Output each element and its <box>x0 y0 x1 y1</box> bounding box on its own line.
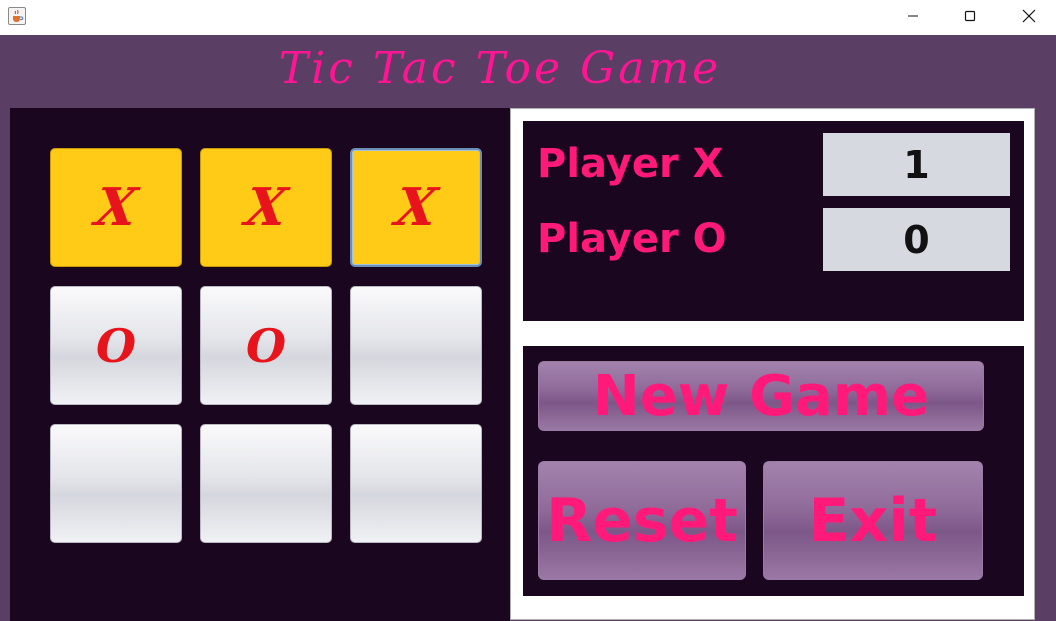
board-cell-2[interactable]: X <box>200 148 332 267</box>
maximize-icon <box>964 10 976 22</box>
game-title: Tic Tac Toe Game <box>278 43 722 94</box>
player-x-score: 1 <box>823 133 1010 196</box>
cell-mark: X <box>241 177 291 238</box>
close-button[interactable] <box>1006 0 1052 32</box>
cell-mark: X <box>91 177 141 238</box>
player-o-label: Player O <box>537 216 727 262</box>
window-titlebar <box>0 0 1056 35</box>
board-cell-5[interactable]: O <box>200 286 332 405</box>
game-board: X X X O O <box>10 108 510 621</box>
close-icon <box>1022 9 1036 23</box>
cell-mark: X <box>391 177 441 238</box>
game-window: Tic Tac Toe Game X X X O O Player X 1 Pl… <box>0 35 1056 621</box>
exit-button[interactable]: Exit <box>763 461 983 580</box>
scoreboard: Player X 1 Player O 0 <box>523 121 1024 321</box>
player-o-score: 0 <box>823 208 1010 271</box>
board-cell-8[interactable] <box>200 424 332 543</box>
board-cell-9[interactable] <box>350 424 482 543</box>
minimize-icon <box>908 15 918 17</box>
cell-mark: O <box>245 318 287 373</box>
maximize-button[interactable] <box>947 0 993 32</box>
cell-mark: O <box>95 318 137 373</box>
board-cell-1[interactable]: X <box>50 148 182 267</box>
new-game-button[interactable]: New Game <box>538 361 984 431</box>
board-cell-3[interactable]: X <box>350 148 482 267</box>
player-x-label: Player X <box>537 141 724 187</box>
board-cell-6[interactable] <box>350 286 482 405</box>
reset-button[interactable]: Reset <box>538 461 746 580</box>
minimize-button[interactable] <box>890 0 936 32</box>
board-cell-4[interactable]: O <box>50 286 182 405</box>
java-cup-icon <box>8 7 26 25</box>
side-panel: Player X 1 Player O 0 New Game Reset Exi… <box>510 108 1035 620</box>
board-cell-7[interactable] <box>50 424 182 543</box>
controls-panel: New Game Reset Exit <box>523 346 1024 596</box>
